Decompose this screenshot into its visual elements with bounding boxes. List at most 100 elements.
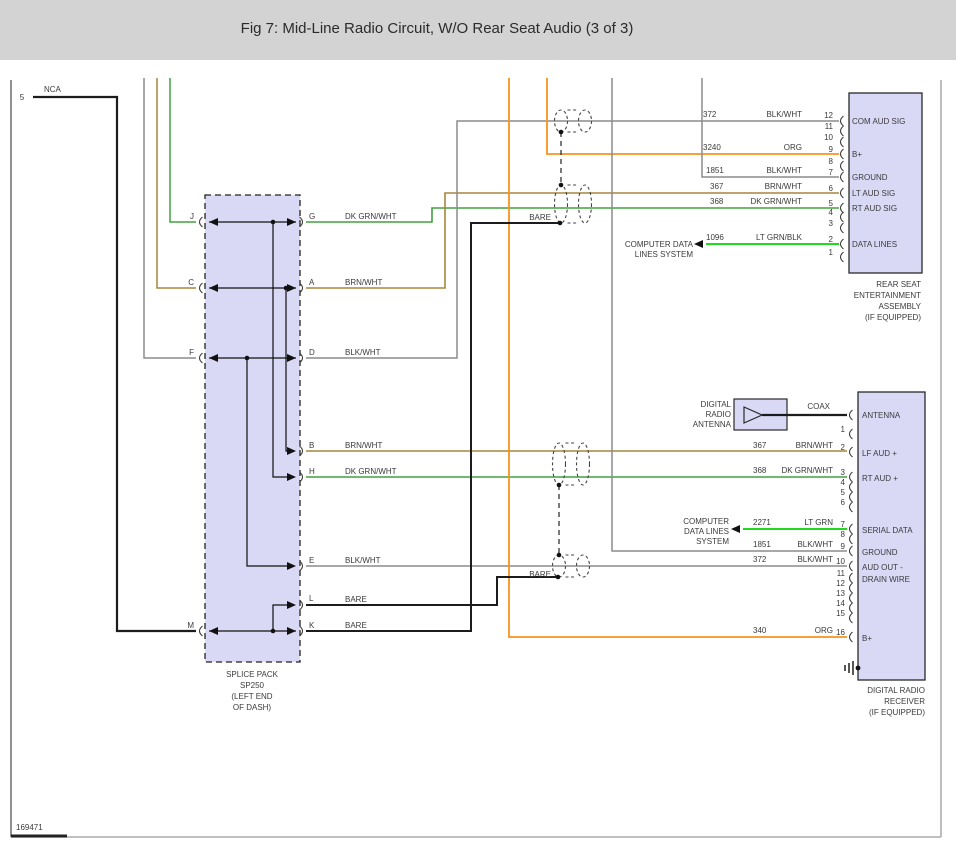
- svg-text:(IF EQUIPPED): (IF EQUIPPED): [865, 313, 921, 322]
- nca-label: NCA: [44, 85, 62, 94]
- svg-text:3: 3: [829, 219, 834, 228]
- svg-text:COMPUTER DATA: COMPUTER DATA: [625, 240, 694, 249]
- svg-text:8: 8: [829, 157, 834, 166]
- arrow-1096: [694, 240, 703, 248]
- svg-text:RT AUD SIG: RT AUD SIG: [852, 204, 897, 213]
- svg-text:B+: B+: [862, 634, 872, 643]
- svg-text:1: 1: [829, 248, 834, 257]
- svg-text:BLK/WHT: BLK/WHT: [797, 555, 833, 564]
- splice-pin-G: G: [309, 212, 315, 221]
- svg-text:367: 367: [753, 441, 767, 450]
- svg-text:14: 14: [836, 599, 845, 608]
- splice-pin-C: C: [188, 278, 194, 287]
- drawing-number: 169471: [16, 823, 43, 832]
- rear-seat-wire-ids: 372 BLK/WHT 3240 ORG 1851 BLK/WHT 367 BR…: [703, 110, 803, 242]
- svg-text:B+: B+: [852, 150, 862, 159]
- wire-brnwht-feed: [156, 78, 196, 289]
- svg-text:372: 372: [753, 555, 767, 564]
- svg-text:ORG: ORG: [784, 143, 802, 152]
- svg-text:RADIO: RADIO: [706, 410, 731, 419]
- svg-text:6: 6: [829, 184, 834, 193]
- svg-text:367: 367: [710, 182, 724, 191]
- splice-pin-F: F: [189, 348, 194, 357]
- grid-ref: 5: [20, 93, 25, 102]
- svg-text:LT GRN/BLK: LT GRN/BLK: [756, 233, 803, 242]
- svg-text:9: 9: [829, 145, 834, 154]
- svg-text:ORG: ORG: [815, 626, 833, 635]
- wire-1851-lower: [611, 78, 847, 552]
- wire-label-E: BLK/WHT: [345, 556, 381, 565]
- shield-audio-lower: [551, 442, 591, 486]
- svg-text:(IF EQUIPPED): (IF EQUIPPED): [869, 708, 925, 717]
- svg-text:7: 7: [841, 520, 846, 529]
- svg-text:11: 11: [825, 122, 834, 131]
- svg-text:SYSTEM: SYSTEM: [696, 537, 729, 546]
- shield-audio-upper: [553, 184, 593, 224]
- wire-label-A: BRN/WHT: [345, 278, 382, 287]
- svg-text:ANTENNA: ANTENNA: [693, 420, 732, 429]
- wire-label-D: BLK/WHT: [345, 348, 381, 357]
- svg-text:DK GRN/WHT: DK GRN/WHT: [781, 466, 833, 475]
- svg-text:DIGITAL: DIGITAL: [700, 400, 731, 409]
- svg-text:LT GRN: LT GRN: [804, 518, 833, 527]
- svg-text:3: 3: [841, 468, 846, 477]
- svg-text:ANTENNA: ANTENNA: [862, 411, 901, 420]
- splice-pin-A: A: [309, 278, 315, 287]
- receiver-wire-ids: 367 BRN/WHT 368 DK GRN/WHT 2271 LT GRN 1…: [753, 441, 833, 635]
- splice-caption-4: OF DASH): [233, 703, 272, 712]
- receiver-pin-numbers: 1 2 3 4 5 6 7 8 9 10 11 12 13 14 15 16: [836, 425, 845, 637]
- svg-text:340: 340: [753, 626, 767, 635]
- wiring-diagram-canvas: Fig 7: Mid-Line Radio Circuit, W/O Rear …: [0, 0, 956, 838]
- svg-text:1851: 1851: [706, 166, 724, 175]
- rear-seat-caption: REAR SEAT ENTERTAINMENT ASSEMBLY (IF EQU…: [854, 280, 922, 322]
- svg-text:LF AUD +: LF AUD +: [862, 449, 897, 458]
- svg-text:1096: 1096: [706, 233, 724, 242]
- digital-radio-receiver: 1 2 3 4 5 6 7 8 9 10 11 12 13 14 15 16 3…: [753, 391, 926, 717]
- harness-wires: [306, 78, 847, 638]
- cable-shields: BARE BARE: [529, 109, 593, 580]
- splice-pin-E: E: [309, 556, 314, 565]
- wire-nca: [33, 95, 196, 633]
- splice-pin-D: D: [309, 348, 315, 357]
- svg-text:2: 2: [829, 235, 834, 244]
- svg-text:BLK/WHT: BLK/WHT: [797, 540, 833, 549]
- svg-text:BRN/WHT: BRN/WHT: [765, 182, 802, 191]
- page-title: Fig 7: Mid-Line Radio Circuit, W/O Rear …: [241, 20, 634, 37]
- svg-text:372: 372: [703, 110, 717, 119]
- svg-text:4: 4: [829, 208, 834, 217]
- wire-bare-lower: [306, 576, 556, 606]
- splice-caption-3: (LEFT END: [231, 692, 272, 701]
- computer-data-callout-bottom: COMPUTER DATA LINES SYSTEM: [683, 517, 729, 546]
- svg-text:GROUND: GROUND: [862, 548, 898, 557]
- splice-pin-H: H: [309, 467, 315, 476]
- svg-text:5: 5: [829, 199, 834, 208]
- wire-label-G: DK GRN/WHT: [345, 212, 397, 221]
- svg-text:BLK/WHT: BLK/WHT: [766, 166, 802, 175]
- svg-text:6: 6: [841, 498, 846, 507]
- svg-text:9: 9: [841, 542, 846, 551]
- splice-pin-B: B: [309, 441, 314, 450]
- wire-label-L: BARE: [345, 595, 367, 604]
- wire-bare-upper: [306, 222, 558, 632]
- splice-pin-L: L: [309, 594, 314, 603]
- computer-data-callout-top: COMPUTER DATA LINES SYSTEM: [625, 240, 694, 259]
- svg-text:SERIAL DATA: SERIAL DATA: [862, 526, 913, 535]
- svg-text:BRN/WHT: BRN/WHT: [796, 441, 833, 450]
- svg-text:2271: 2271: [753, 518, 771, 527]
- svg-text:7: 7: [829, 168, 834, 177]
- svg-text:LINES SYSTEM: LINES SYSTEM: [635, 250, 694, 259]
- svg-text:BLK/WHT: BLK/WHT: [766, 110, 802, 119]
- svg-text:8: 8: [841, 530, 846, 539]
- svg-text:11: 11: [837, 569, 846, 578]
- svg-text:12: 12: [824, 111, 833, 120]
- svg-text:DK GRN/WHT: DK GRN/WHT: [750, 197, 802, 206]
- coax-label: COAX: [807, 402, 830, 411]
- svg-text:COM AUD SIG: COM AUD SIG: [852, 117, 905, 126]
- svg-text:10: 10: [836, 557, 845, 566]
- svg-text:DATA LINES: DATA LINES: [684, 527, 729, 536]
- arrow-2271: [731, 525, 740, 533]
- svg-text:10: 10: [824, 133, 833, 142]
- svg-text:16: 16: [836, 628, 845, 637]
- wire-1851-upper: [701, 78, 839, 178]
- splice-pin-K: K: [309, 621, 315, 630]
